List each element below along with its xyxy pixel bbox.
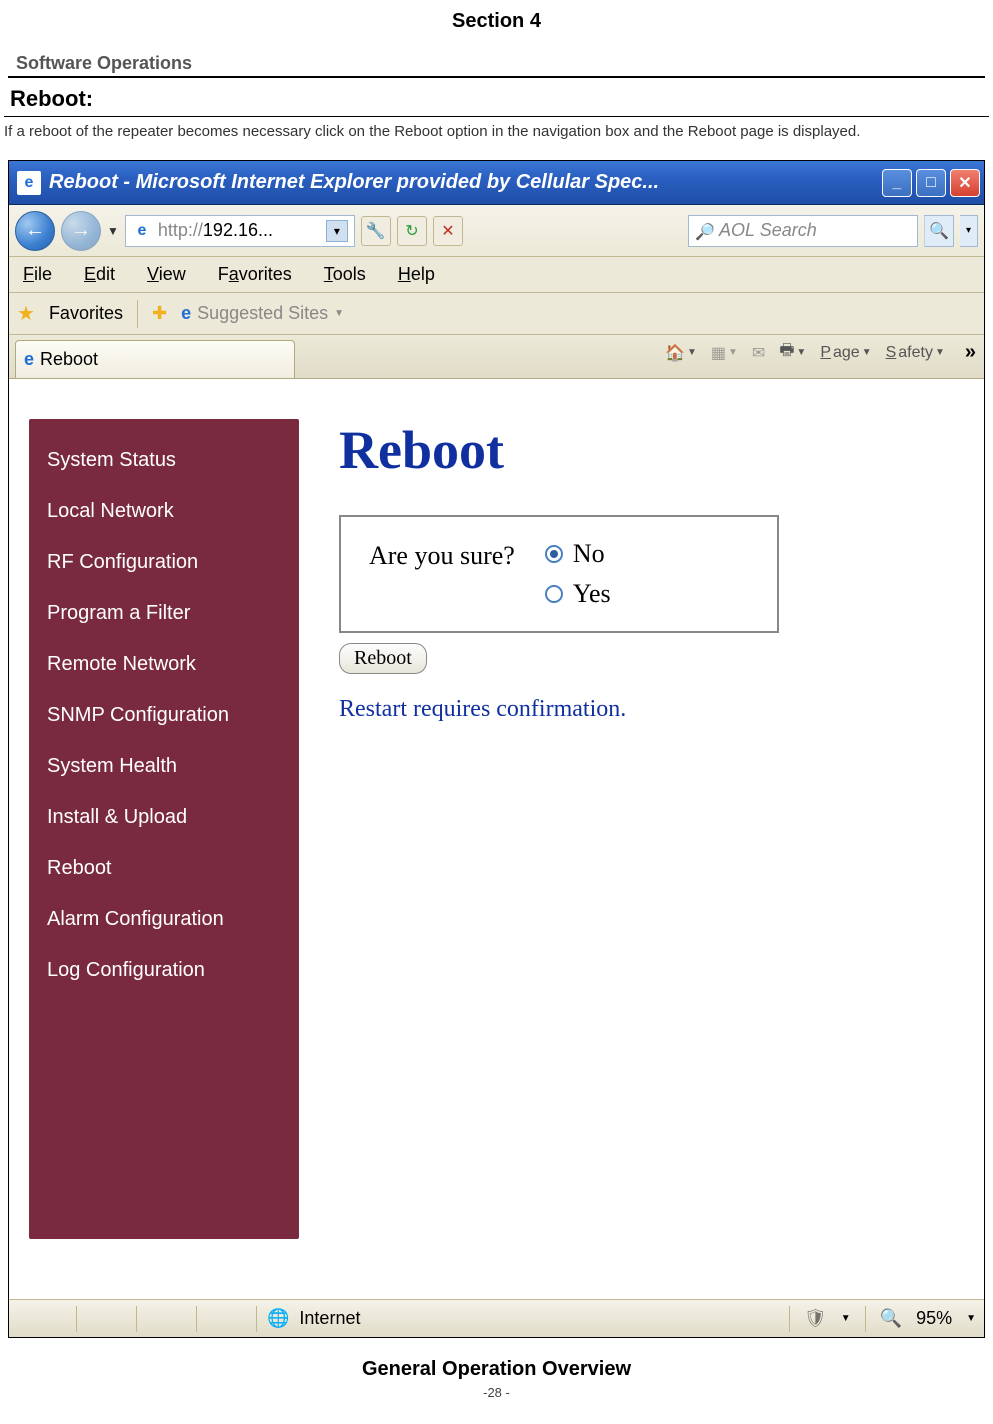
- browser-window: e Reboot - Microsoft Internet Explorer p…: [9, 161, 984, 1337]
- zoom-level[interactable]: 95%: [916, 1308, 952, 1329]
- home-icon[interactable]: 🏠▼: [665, 343, 697, 363]
- protected-mode-icon[interactable]: 🛡: [804, 1308, 827, 1329]
- tab-icon: e: [24, 349, 34, 370]
- ie-icon: e: [17, 171, 41, 195]
- favorites-bar: ★ Favorites ✚ e Suggested Sites ▼: [9, 293, 984, 335]
- separator: [865, 1306, 866, 1332]
- option-no-label: No: [573, 539, 605, 569]
- menu-file[interactable]: File: [23, 264, 52, 285]
- status-cell: [77, 1306, 137, 1332]
- radio-yes-icon: [545, 585, 563, 603]
- sidebar-item-rf-configuration[interactable]: RF Configuration: [29, 537, 299, 588]
- add-favorite-icon[interactable]: ✚: [152, 303, 167, 324]
- main-title: Reboot: [339, 419, 984, 481]
- separator: [137, 300, 138, 328]
- radio-no-icon: [545, 545, 563, 563]
- search-button[interactable]: 🔍: [924, 215, 954, 247]
- menu-help[interactable]: Help: [398, 264, 435, 285]
- nav-toolbar: ← → ▼ e http://192.16... ▾ 🔧 ↻ ✕ 🔎 AOL S…: [9, 205, 984, 257]
- confirm-options: No Yes: [545, 539, 611, 609]
- status-bar: 🌐 Internet 🛡 ▼ 🔍 95% ▼: [9, 1299, 984, 1337]
- option-yes-label: Yes: [573, 579, 611, 609]
- sidebar-item-install-upload[interactable]: Install & Upload: [29, 792, 299, 843]
- forward-button[interactable]: →: [61, 211, 101, 251]
- menu-tools[interactable]: Tools: [324, 264, 366, 285]
- back-button[interactable]: ←: [15, 211, 55, 251]
- sidebar-item-program-a-filter[interactable]: Program a Filter: [29, 588, 299, 639]
- internet-zone-label: Internet: [299, 1308, 360, 1329]
- status-cell: [197, 1306, 257, 1332]
- sidebar-item-log-configuration[interactable]: Log Configuration: [29, 945, 299, 996]
- main-panel: Reboot Are you sure? No Yes: [299, 419, 984, 1269]
- suggested-sites-link[interactable]: e Suggested Sites ▼: [181, 303, 344, 324]
- option-no[interactable]: No: [545, 539, 611, 569]
- sidebar-item-remote-network[interactable]: Remote Network: [29, 639, 299, 690]
- status-cell: [137, 1306, 197, 1332]
- refresh-icon[interactable]: ↻: [397, 216, 427, 246]
- dropdown-arrow-icon[interactable]: ▼: [841, 1313, 851, 1324]
- address-bar[interactable]: e http://192.16... ▾: [125, 215, 355, 247]
- option-yes[interactable]: Yes: [545, 579, 611, 609]
- screenshot-frame: e Reboot - Microsoft Internet Explorer p…: [8, 160, 985, 1338]
- favorites-star-icon: ★: [17, 301, 35, 326]
- menu-edit[interactable]: Edit: [84, 264, 115, 285]
- print-icon[interactable]: 🖶▼: [779, 339, 806, 366]
- page-menu[interactable]: Page▼: [820, 344, 871, 362]
- sidebar-item-local-network[interactable]: Local Network: [29, 486, 299, 537]
- page-number: -28 -: [0, 1385, 993, 1400]
- compat-view-icon[interactable]: 🔧: [361, 216, 391, 246]
- section-title: Section 4: [0, 0, 993, 53]
- sidebar-item-reboot[interactable]: Reboot: [29, 843, 299, 894]
- confirm-box: Are you sure? No Yes: [339, 515, 779, 633]
- zoom-dropdown-icon[interactable]: ▼: [966, 1313, 976, 1324]
- search-box[interactable]: 🔎 AOL Search: [688, 215, 918, 247]
- address-text: http://192.16...: [158, 220, 320, 241]
- tab-bar: e Reboot 🏠▼ ▦▼ ✉ 🖶▼ Page▼ Safety▼ »: [9, 335, 984, 379]
- sidebar-item-system-status[interactable]: System Status: [29, 435, 299, 486]
- intro-text: If a reboot of the repeater becomes nece…: [0, 117, 993, 160]
- nav-dropdown-icon[interactable]: ▼: [107, 224, 119, 238]
- favorites-label[interactable]: Favorites: [49, 303, 123, 324]
- window-title: Reboot - Microsoft Internet Explorer pro…: [49, 171, 882, 194]
- tab-reboot[interactable]: e Reboot: [15, 340, 295, 378]
- feeds-icon[interactable]: ▦▼: [711, 343, 738, 363]
- confirm-question: Are you sure?: [369, 539, 515, 571]
- page-icon: e: [132, 221, 152, 241]
- menu-bar: File Edit View Favorites Tools Help: [9, 257, 984, 293]
- maximize-button[interactable]: □: [916, 169, 946, 197]
- status-cell: [17, 1306, 77, 1332]
- sidebar-item-system-health[interactable]: System Health: [29, 741, 299, 792]
- internet-zone-icon: 🌐: [267, 1308, 289, 1329]
- sidebar-item-alarm-configuration[interactable]: Alarm Configuration: [29, 894, 299, 945]
- titlebar: e Reboot - Microsoft Internet Explorer p…: [9, 161, 984, 205]
- page-heading: Reboot:: [4, 78, 989, 117]
- search-dropdown-icon[interactable]: ▾: [960, 215, 978, 247]
- tab-label: Reboot: [40, 349, 98, 370]
- status-cells: [17, 1306, 257, 1332]
- search-provider-icon: 🔎: [695, 222, 713, 240]
- address-dropdown-icon[interactable]: ▾: [326, 220, 348, 242]
- side-navigation: System Status Local Network RF Configura…: [29, 419, 299, 1239]
- dropdown-arrow-icon: ▼: [334, 308, 344, 319]
- reboot-button[interactable]: Reboot: [339, 643, 427, 674]
- safety-menu[interactable]: Safety▼: [886, 344, 945, 362]
- subsection-title: Software Operations: [8, 53, 985, 78]
- zoom-icon[interactable]: 🔍: [880, 1308, 902, 1329]
- footer-title: General Operation Overview: [0, 1358, 993, 1381]
- menu-favorites[interactable]: Favorites: [218, 264, 292, 285]
- search-placeholder: AOL Search: [719, 220, 911, 241]
- confirmation-note: Restart requires confirmation.: [339, 696, 984, 723]
- close-button[interactable]: ✕: [950, 169, 980, 197]
- stop-icon[interactable]: ✕: [433, 216, 463, 246]
- minimize-button[interactable]: _: [882, 169, 912, 197]
- more-icon[interactable]: »: [965, 341, 976, 364]
- separator: [789, 1306, 790, 1332]
- mail-icon[interactable]: ✉: [752, 343, 765, 363]
- menu-view[interactable]: View: [147, 264, 186, 285]
- ie-icon-small: e: [181, 303, 191, 324]
- page-content: System Status Local Network RF Configura…: [9, 379, 984, 1299]
- command-bar: 🏠▼ ▦▼ ✉ 🖶▼ Page▼ Safety▼ »: [665, 339, 976, 366]
- sidebar-item-snmp-configuration[interactable]: SNMP Configuration: [29, 690, 299, 741]
